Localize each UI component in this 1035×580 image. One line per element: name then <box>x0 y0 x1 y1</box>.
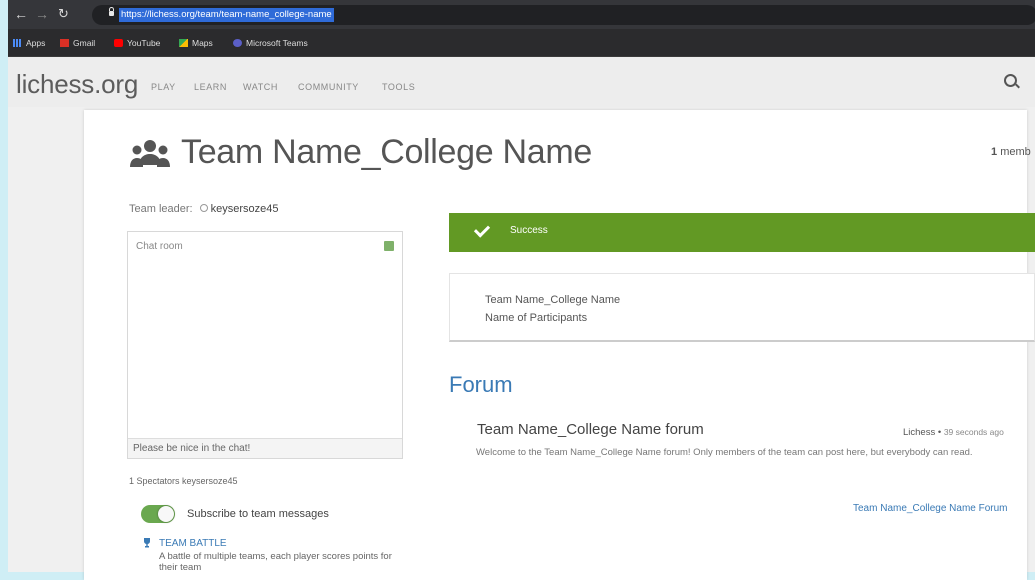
maps-icon <box>179 39 188 47</box>
team-leader-label: Team leader: <box>129 203 193 215</box>
bookmark-maps[interactable]: Maps <box>179 37 213 49</box>
forward-icon[interactable]: → <box>35 6 49 22</box>
bookmark-label: Apps <box>26 38 46 48</box>
online-status-icon <box>199 204 208 212</box>
nav-tools[interactable]: TOOLS <box>382 82 415 92</box>
address-bar-area: ← → ↻ https://lichess.org/team/team-name… <box>8 0 1035 29</box>
search-icon[interactable] <box>1004 74 1017 87</box>
members-count[interactable]: 1 memb <box>991 146 1031 158</box>
team-icon <box>130 140 170 167</box>
reload-icon[interactable]: ↻ <box>58 6 69 22</box>
forum-topic-title[interactable]: Team Name_College Name forum <box>477 421 704 438</box>
bookmarks-bar: Apps Gmail YouTube Maps Microsoft Teams <box>8 29 1035 57</box>
chat-toggle-checkbox[interactable] <box>384 241 394 251</box>
team-leader: Team leader: keysersoze45 <box>129 203 278 215</box>
chat-room: Chat room Please be nice in the chat! <box>127 231 403 459</box>
nav-learn[interactable]: LEARN <box>194 82 227 92</box>
apps-icon <box>13 39 22 47</box>
nav-watch[interactable]: WATCH <box>243 82 278 92</box>
bookmark-apps[interactable]: Apps <box>13 37 45 49</box>
subscribe-toggle[interactable] <box>141 505 175 523</box>
team-battle-link[interactable]: TEAM BATTLE <box>159 538 227 549</box>
forum-topic-body: Welcome to the Team Name_College Name fo… <box>476 447 973 458</box>
bookmark-label: Microsoft Teams <box>246 38 308 48</box>
chat-input[interactable]: Please be nice in the chat! <box>128 438 402 458</box>
check-icon <box>473 221 491 238</box>
teams-icon <box>233 39 242 47</box>
success-text: Success <box>510 225 548 236</box>
youtube-icon <box>114 39 123 47</box>
bookmark-youtube[interactable]: YouTube <box>114 37 160 49</box>
site-header: lichess.org PLAY LEARN WATCH COMMUNITY T… <box>8 57 1035 107</box>
subscribe-label: Subscribe to team messages <box>187 508 329 520</box>
bookmark-label: YouTube <box>127 38 161 48</box>
success-banner: Success <box>449 213 1035 252</box>
forum-topic-author[interactable]: Lichess <box>903 427 935 438</box>
members-label: memb <box>1000 146 1031 158</box>
site-logo[interactable]: lichess.org <box>16 69 138 100</box>
back-icon[interactable]: ← <box>14 6 28 22</box>
forum-topic-time: 39 seconds ago <box>943 427 1004 437</box>
chat-title: Chat room <box>136 241 183 252</box>
members-number: 1 <box>991 146 998 158</box>
forum-topic-meta: Lichess • 39 seconds ago <box>903 427 1004 438</box>
bookmark-label: Gmail <box>73 38 96 48</box>
forum-link[interactable]: Team Name_College Name Forum <box>853 503 1008 514</box>
bookmark-gmail[interactable]: Gmail <box>60 37 95 49</box>
description-line: Name of Participants <box>485 312 588 324</box>
team-leader-name[interactable]: keysersoze45 <box>211 203 279 215</box>
lock-icon[interactable] <box>109 7 114 16</box>
team-title: Team Name_College Name <box>181 133 593 171</box>
nav-community[interactable]: COMMUNITY <box>298 82 359 92</box>
url-text[interactable]: https://lichess.org/team/team-name_colle… <box>119 8 334 22</box>
spectators-text: 1 Spectators keysersoze45 <box>129 476 238 486</box>
forum-heading: Forum <box>449 372 513 397</box>
bookmark-label: Maps <box>192 38 213 48</box>
nav-play[interactable]: PLAY <box>151 82 176 92</box>
bookmark-microsoft-teams[interactable]: Microsoft Teams <box>233 37 308 49</box>
team-battle-description: A battle of multiple teams, each player … <box>159 551 392 573</box>
description-line: Team Name_College Name <box>485 294 621 306</box>
team-description: Team Name_College Name Name of Participa… <box>449 273 1035 342</box>
gmail-icon <box>60 39 69 47</box>
trophy-icon <box>144 538 150 548</box>
